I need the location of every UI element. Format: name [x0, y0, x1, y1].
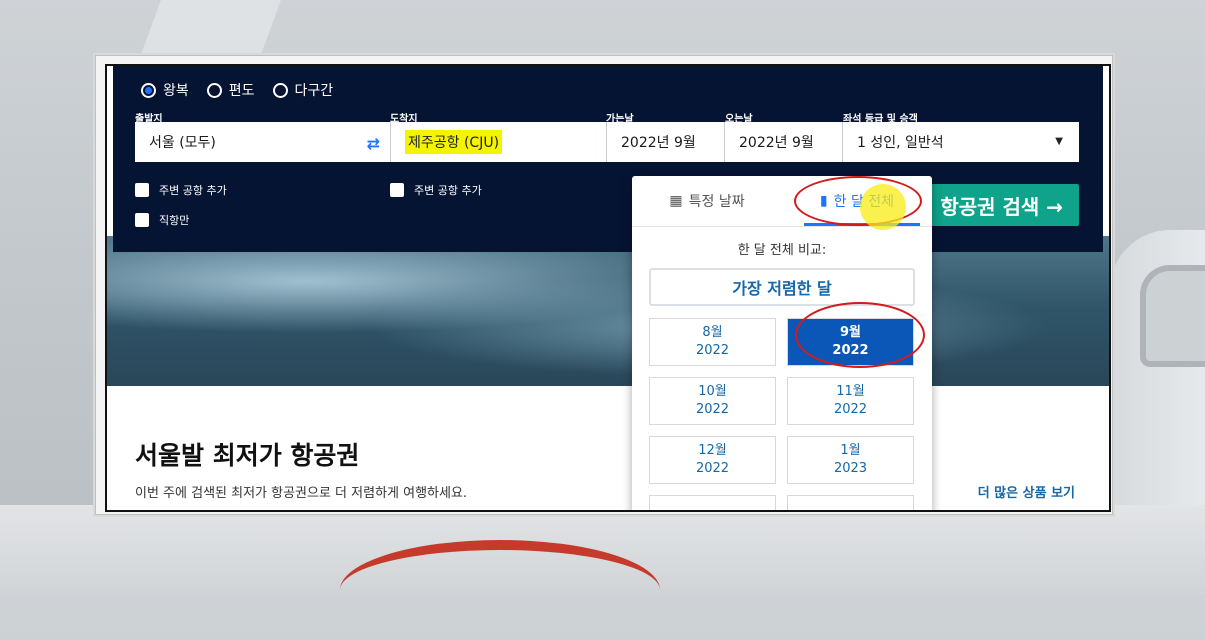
destination-field[interactable]: 제주공항 (CJU): [391, 122, 607, 162]
month-year: 2022: [695, 461, 730, 476]
month-name: 3월: [840, 510, 860, 512]
trip-type-group: 왕복 편도 다구간: [141, 80, 333, 100]
checkbox-icon: [390, 183, 404, 197]
month-name: 2월: [702, 510, 722, 512]
radio-icon: [206, 82, 222, 98]
month-picker-dropdown: ▦ 특정 날짜 ▮ 한 달 전체 한 달 전체 비교: 가장 저렴한 달 8월 …: [632, 176, 932, 512]
screenshot-frame: 왕복 편도 다구간 출발지 도착지 가는날 오는날 좌석 등급 및 승객 서울 …: [95, 55, 1113, 515]
background-red-stripe: [340, 540, 660, 640]
month-year: 2022: [695, 402, 730, 417]
checkbox-icon: [135, 213, 149, 227]
page-headline: 서울발 최저가 항공권: [135, 441, 360, 470]
month-year: 2022: [833, 402, 868, 417]
trip-type-roundtrip[interactable]: 왕복: [141, 80, 189, 100]
checkbox-label: 주변 공항 추가: [414, 184, 482, 197]
cheapest-month-button[interactable]: 가장 저렴한 달: [649, 268, 915, 306]
month-option-nov-2022[interactable]: 11월 2022: [787, 377, 914, 425]
checkbox-icon: [135, 183, 149, 197]
nearby-origin-checkbox[interactable]: 주변 공항 추가: [135, 182, 227, 198]
trip-type-multicity[interactable]: 다구간: [272, 80, 334, 100]
trip-type-label: 다구간: [294, 83, 334, 99]
radio-icon: [141, 82, 156, 98]
hero-ocean-photo: [107, 236, 1109, 386]
direct-only-checkbox[interactable]: 직항만: [135, 212, 189, 228]
month-option-oct-2022[interactable]: 10월 2022: [649, 377, 776, 425]
month-name: 11월: [836, 384, 865, 399]
month-option-dec-2022[interactable]: 12월 2022: [649, 436, 776, 484]
calendar-icon: ▦: [669, 193, 683, 209]
return-field[interactable]: 2022년 9월: [725, 122, 843, 162]
checkbox-label: 주변 공항 추가: [159, 184, 227, 197]
page-subtitle: 이번 주에 검색된 최저가 항공권으로 더 저렴하게 여행하세요.: [135, 486, 468, 501]
month-year: 2022: [695, 343, 730, 358]
month-name: 12월: [698, 443, 727, 458]
depart-field[interactable]: 2022년 9월: [607, 122, 725, 162]
tab-specific-date[interactable]: ▦ 특정 날짜: [632, 176, 782, 226]
background-airplane-window: [1140, 265, 1205, 367]
month-name: 1월: [840, 443, 861, 458]
trip-type-label: 왕복: [163, 83, 189, 99]
mouse-cursor-highlight: [860, 184, 906, 230]
caret-down-icon: ▼: [1055, 136, 1063, 147]
compare-month-label: 한 달 전체 비교:: [737, 243, 827, 258]
month-name: 10월: [698, 384, 727, 399]
more-deals-link[interactable]: 더 많은 상품 보기: [978, 482, 1075, 501]
swap-icon[interactable]: ⇄: [367, 134, 380, 153]
destination-value: 제주공항 (CJU): [405, 130, 503, 154]
month-year: 2023: [833, 461, 868, 476]
month-name: 8월: [702, 325, 723, 340]
search-flights-button[interactable]: 항공권 검색 →: [913, 184, 1079, 226]
origin-value: 서울 (모두): [149, 135, 216, 151]
nearby-destination-checkbox[interactable]: 주변 공항 추가: [390, 182, 482, 198]
tab-label: 특정 날짜: [688, 194, 745, 210]
radio-icon: [272, 82, 288, 98]
trip-type-label: 편도: [228, 83, 255, 99]
checkbox-label: 직항만: [159, 214, 190, 227]
browser-viewport: 왕복 편도 다구간 출발지 도착지 가는날 오는날 좌석 등급 및 승객 서울 …: [105, 64, 1111, 512]
cabin-value: 1 성인, 일반석: [857, 135, 944, 151]
background-wing: [139, 0, 281, 60]
month-option-mar[interactable]: 3월: [787, 495, 914, 512]
depart-value: 2022년 9월: [621, 135, 696, 151]
flight-search-panel: 왕복 편도 다구간 출발지 도착지 가는날 오는날 좌석 등급 및 승객 서울 …: [113, 66, 1103, 252]
month-option-jan-2023[interactable]: 1월 2023: [787, 436, 914, 484]
trip-type-oneway[interactable]: 편도: [206, 80, 255, 100]
annotation-circle: [795, 302, 925, 368]
return-value: 2022년 9월: [739, 135, 814, 151]
month-option-feb[interactable]: 2월: [649, 495, 776, 512]
origin-field[interactable]: 서울 (모두) ⇄: [135, 122, 391, 162]
cabin-field[interactable]: 1 성인, 일반석 ▼: [843, 122, 1079, 162]
month-option-aug-2022[interactable]: 8월 2022: [649, 318, 776, 366]
